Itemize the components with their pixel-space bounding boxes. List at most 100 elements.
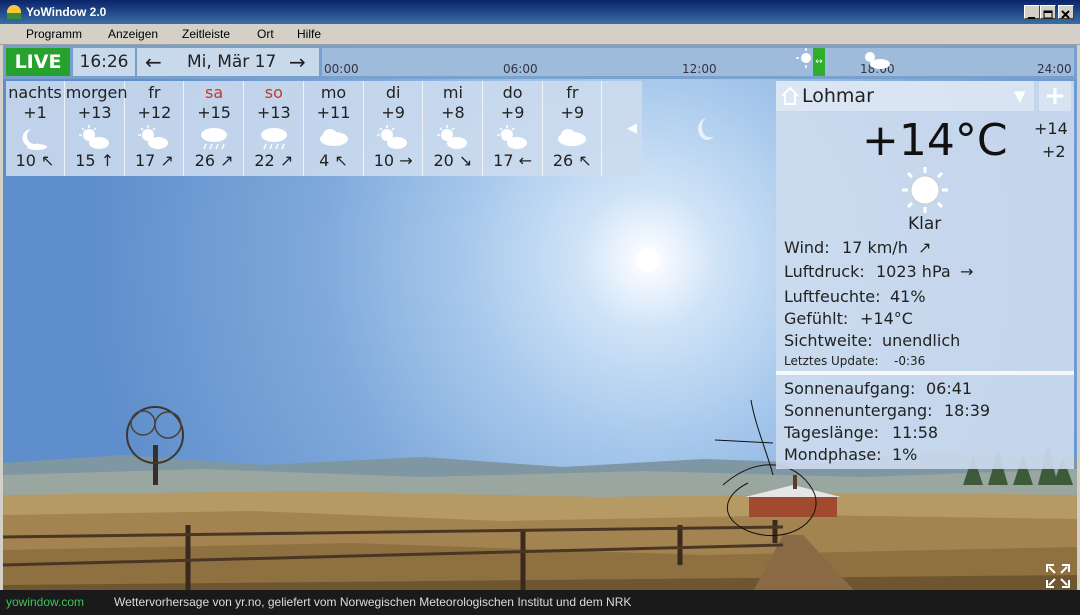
prev-day-arrow-icon[interactable]: ←	[145, 48, 162, 76]
fullscreen-icon[interactable]	[1045, 563, 1071, 589]
forecast-credit: Wettervorhersage von yr.no, geliefert vo…	[114, 595, 632, 609]
minimize-button[interactable]	[1024, 5, 1040, 19]
feels-like-label: Gefühlt:	[784, 309, 849, 328]
live-button[interactable]: LIVE	[6, 48, 70, 76]
forecast-day-6[interactable]: di +9 10 →	[364, 81, 424, 176]
last-update-label: Letztes Update:	[784, 354, 879, 368]
forecast-strip: nachts +1 10 ↖ morgen +13 15 ↑ fr +12 17 ↗ sa +15 2…	[6, 81, 642, 176]
sun-cloud-icon	[78, 125, 109, 149]
menu-anzeigen[interactable]: Anzeigen	[108, 27, 158, 41]
current-weather-panel: Lohmar ▼ + +14°C +14 +2 Klar Wind: 17 km…	[776, 81, 1074, 469]
date-navigator: ← Mi, Mär 17 →	[137, 48, 319, 76]
day-label: fr	[566, 83, 579, 102]
rain-cloud-icon	[260, 128, 287, 150]
day-wind-speed: 26	[194, 151, 216, 170]
maximize-icon	[1043, 10, 1053, 19]
cloud-icon	[319, 129, 348, 146]
sunset-value: 18:39	[944, 401, 991, 420]
forecast-day-8[interactable]: do +9 17 ←	[484, 81, 543, 176]
rain-cloud-icon	[201, 128, 228, 150]
sun-cloud-icon	[377, 125, 408, 149]
wind-direction-icon: ↘	[458, 151, 473, 170]
forecast-day-3[interactable]: sa +15 26 ↗	[185, 81, 245, 176]
temp-low: +2	[1042, 142, 1066, 161]
forecast-day-9[interactable]: fr +9 26 ↖	[543, 81, 603, 176]
home-icon	[781, 86, 799, 105]
pressure-value: 1023 hPa	[876, 262, 951, 281]
collapse-forecast-arrow-icon[interactable]: ◀	[622, 81, 642, 176]
day-wind: 4 ↖	[305, 151, 363, 170]
day-wind-speed: 4	[319, 151, 330, 170]
day-temperature: +12	[137, 103, 172, 122]
menu-zeitleiste[interactable]: Zeitleiste	[182, 27, 230, 41]
day-wind: 10 →	[364, 151, 422, 170]
close-icon	[1061, 10, 1070, 19]
day-wind: 20 ↘	[424, 151, 482, 170]
day-label: fr	[148, 83, 161, 102]
tick-label: 24:00	[1037, 62, 1072, 76]
wind-direction-icon: ↗	[279, 151, 294, 170]
day-wind: 22 ↗	[245, 151, 303, 170]
timeline-track[interactable]: 00:00 06:00 12:00 18:00 24:00 ↔	[322, 48, 1074, 76]
feels-like-value: +14°C	[860, 309, 913, 328]
day-wind-speed: 20	[433, 151, 454, 170]
close-button[interactable]	[1058, 5, 1074, 19]
sunrise-label: Sonnenaufgang:	[784, 379, 916, 398]
visibility-value: unendlich	[882, 331, 961, 350]
forecast-day-2[interactable]: fr +12 17 ↗	[125, 81, 185, 176]
day-wind: 17 ←	[484, 151, 542, 170]
pressure-label: Luftdruck:	[784, 262, 865, 281]
title-bar[interactable]: YoWindow 2.0	[0, 0, 1080, 24]
sun-disc	[636, 248, 660, 272]
wind-label: Wind:	[784, 238, 830, 257]
sun-cloud-icon	[496, 125, 527, 149]
maximize-button[interactable]	[1040, 5, 1056, 19]
wind-direction-icon: ↖	[41, 151, 55, 170]
wind-direction-icon: ↑	[100, 151, 115, 170]
forecast-day-7[interactable]: mi +8 20 ↘	[424, 81, 483, 176]
date-label: Mi, Mär 17	[187, 52, 277, 72]
tick-label: 00:00	[324, 62, 359, 76]
day-temperature: +11	[316, 103, 351, 122]
location-name: Lohmar	[802, 85, 874, 107]
day-label: mi	[442, 83, 463, 102]
current-temperature: +14°C	[862, 115, 1008, 166]
cloud-icon	[558, 129, 587, 146]
condition-label: Klar	[908, 214, 942, 234]
menu-hilfe[interactable]: Hilfe	[297, 27, 321, 41]
forecast-day-4[interactable]: so +13 22 ↗	[245, 81, 304, 176]
wind-direction-icon: ↗	[220, 151, 234, 170]
menu-ort[interactable]: Ort	[257, 27, 274, 41]
sun-cloud-icon	[138, 125, 169, 149]
day-wind: 26 ↗	[185, 151, 243, 170]
sun-cloud-icon	[436, 125, 467, 149]
moon-icon	[22, 129, 47, 150]
visibility-label: Sichtweite:	[784, 331, 873, 350]
clear-sun-icon	[902, 167, 948, 213]
timeline-bar[interactable]: LIVE 16:26 ← Mi, Mär 17 → 00:00 06:00 12…	[3, 45, 1077, 79]
day-wind: 17 ↗	[125, 151, 183, 170]
forecast-day-5[interactable]: mo +11 4 ↖	[305, 81, 364, 176]
moon-phase-value: 1%	[892, 445, 918, 464]
yowindow-link[interactable]: yowindow.com	[6, 595, 84, 609]
next-day-arrow-icon[interactable]: →	[289, 48, 306, 76]
day-wind-speed: 10	[373, 151, 395, 170]
divider	[776, 371, 1074, 375]
day-temperature: +15	[197, 103, 231, 122]
time-slider-handle[interactable]: ↔	[813, 48, 825, 76]
forecast-day-1[interactable]: morgen +13 15 ↑	[66, 81, 128, 176]
menu-programm[interactable]: Programm	[26, 27, 82, 41]
temp-high: +14	[1034, 119, 1068, 138]
forecast-day-0[interactable]: nachts +1 10 ↖	[6, 81, 65, 176]
crescent-moon	[698, 118, 714, 140]
chevron-down-icon[interactable]: ▼	[1014, 87, 1026, 105]
day-temperature: +9	[381, 103, 405, 122]
location-selector[interactable]: Lohmar ▼	[776, 81, 1034, 111]
day-wind-speed: 22	[254, 151, 275, 170]
moon-phase-label: Mondphase:	[784, 445, 882, 464]
day-wind-speed: 17	[134, 151, 156, 170]
tick-label: 06:00	[503, 62, 538, 76]
minimize-icon	[1028, 17, 1035, 19]
add-location-button[interactable]: +	[1039, 81, 1071, 111]
day-temperature: +13	[77, 103, 112, 122]
